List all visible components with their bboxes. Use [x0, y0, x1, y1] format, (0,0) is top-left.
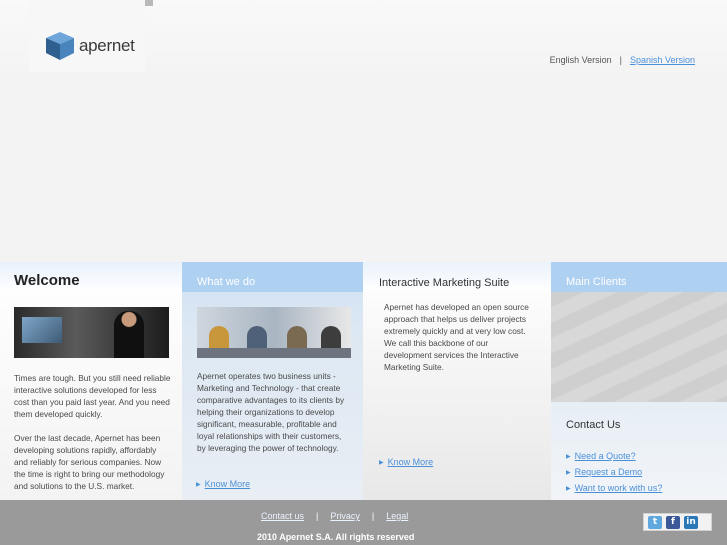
know-more-link[interactable]: Know More: [388, 457, 434, 467]
welcome-header: Welcome: [0, 262, 182, 292]
meeting-photo: [197, 307, 351, 358]
arrow-bullet-icon: ▶: [566, 470, 571, 476]
welcome-column: Welcome Times are tough. But you still n…: [0, 262, 182, 500]
footer-legal-link[interactable]: Legal: [386, 511, 408, 521]
linkedin-icon[interactable]: in: [684, 516, 698, 529]
clients-title: Main Clients: [566, 276, 627, 288]
contact-us-box: Contact Us ▶ Need a Quote? ▶ Request a Dem…: [551, 402, 727, 500]
contact-link-item[interactable]: ▶ Request a Demo: [566, 465, 662, 481]
footer-privacy-link[interactable]: Privacy: [330, 511, 360, 521]
footer-contact-link[interactable]: Contact us: [261, 511, 304, 521]
social-icons: t f in: [643, 513, 712, 531]
hero-banner: [0, 72, 727, 262]
welcome-paragraph-2: Over the last decade, Apernet has been d…: [14, 433, 165, 491]
logo-text: apernet: [79, 36, 135, 55]
what-we-do-title: What we do: [197, 276, 256, 288]
work-with-us-link[interactable]: Want to work with us?: [575, 483, 663, 493]
footer-separator: |: [371, 511, 375, 521]
footer-links: Contact us | Privacy | Legal: [261, 511, 408, 521]
ims-know-more[interactable]: ▶ Know More: [379, 457, 433, 467]
clients-header: Main Clients: [551, 262, 727, 292]
what-we-do-text: Apernet operates two business units - Ma…: [197, 371, 345, 453]
logo-cube-icon: [46, 32, 74, 60]
monitor-graphic: [22, 317, 62, 343]
content-columns: Welcome Times are tough. But you still n…: [0, 262, 727, 500]
arrow-bullet-icon: ▶: [379, 460, 384, 466]
lang-english[interactable]: English Version: [550, 55, 612, 65]
request-demo-link[interactable]: Request a Demo: [575, 467, 643, 477]
language-switcher: English Version | Spanish Version: [550, 55, 695, 65]
clients-column: Main Clients Contact Us ▶ Need a Quote? ▶…: [551, 262, 727, 500]
what-we-do-know-more[interactable]: ▶ Know More: [196, 479, 250, 489]
what-we-do-column: What we do Apernet operates two business…: [182, 262, 363, 500]
welcome-title: Welcome: [14, 272, 80, 289]
page-footer: Contact us | Privacy | Legal 2010 Apernet S.…: [0, 500, 727, 545]
what-we-do-header: What we do: [182, 262, 363, 292]
logo[interactable]: apernet: [44, 30, 135, 62]
facebook-icon[interactable]: f: [666, 516, 680, 529]
ims-column: Interactive Marketing Suite Apernet has …: [363, 262, 551, 500]
arrow-bullet-icon: ▶: [196, 482, 201, 488]
copyright-text: 2010 Apernet S.A. All rights reserved: [257, 532, 415, 542]
contact-link-item[interactable]: ▶ Want to work with us?: [566, 481, 662, 497]
twitter-icon[interactable]: t: [648, 516, 662, 529]
clients-logos-area: [551, 292, 727, 402]
welcome-paragraph-1: Times are tough. But you still need reli…: [14, 373, 171, 419]
contact-title: Contact Us: [566, 419, 621, 431]
contact-links: ▶ Need a Quote? ▶ Request a Demo ▶ Want to …: [566, 449, 662, 497]
footer-separator: |: [316, 511, 319, 521]
lang-spanish-link[interactable]: Spanish Version: [630, 55, 695, 65]
need-quote-link[interactable]: Need a Quote?: [575, 451, 636, 461]
person-graphic: [114, 311, 144, 358]
arrow-bullet-icon: ▶: [566, 486, 571, 492]
contact-link-item[interactable]: ▶ Need a Quote?: [566, 449, 662, 465]
ims-title: Interactive Marketing Suite: [379, 277, 510, 289]
lang-separator: |: [619, 55, 622, 65]
ims-header: Interactive Marketing Suite: [363, 262, 551, 292]
welcome-photo: [14, 307, 169, 358]
ims-text: Apernet has developed an open source app…: [384, 302, 529, 372]
arrow-bullet-icon: ▶: [566, 454, 571, 460]
know-more-link[interactable]: Know More: [205, 479, 251, 489]
